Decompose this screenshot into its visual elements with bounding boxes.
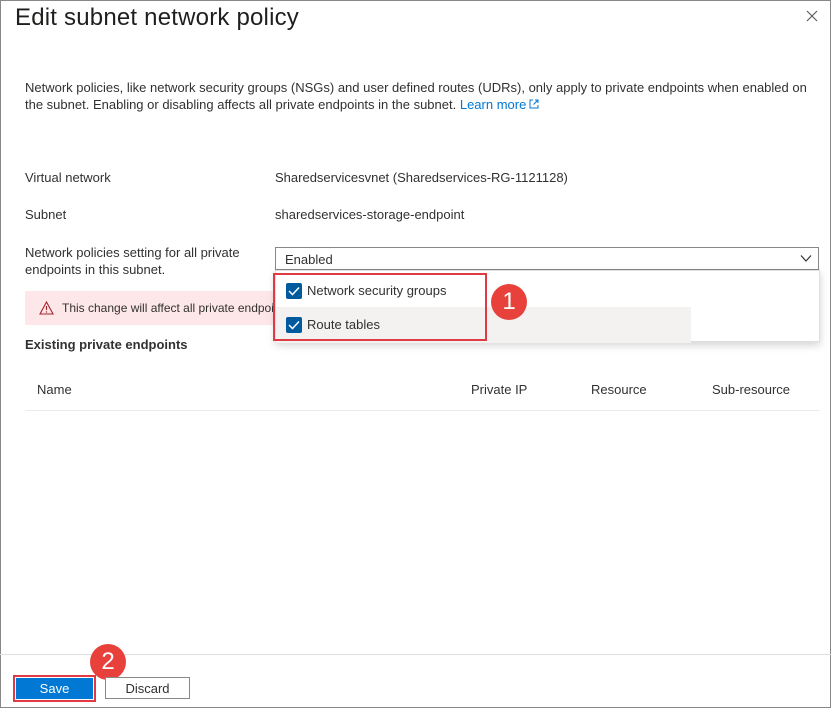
page-title: Edit subnet network policy [15, 4, 300, 31]
column-header-private-ip[interactable]: Private IP [471, 382, 527, 397]
network-policies-label: Network policies setting for all private… [25, 245, 240, 277]
subnet-value: sharedservices-storage-endpoint [275, 207, 465, 222]
column-header-resource[interactable]: Resource [591, 382, 647, 397]
description: Network policies, like network security … [25, 79, 820, 113]
learn-more-link[interactable]: Learn more [460, 97, 539, 112]
discard-button[interactable]: Discard [105, 677, 190, 699]
warning-text: This change will affect all private endp… [62, 301, 285, 315]
external-link-icon [529, 99, 539, 109]
virtual-network-label: Virtual network [25, 170, 111, 185]
highlight-box-save [13, 675, 96, 702]
network-policies-select[interactable]: Enabled [275, 247, 819, 270]
virtual-network-value: Sharedservicesvnet (Sharedservices-RG-11… [275, 170, 568, 185]
step-badge-1: 1 [491, 284, 527, 320]
chevron-down-icon [800, 255, 812, 262]
subnet-label: Subnet [25, 207, 67, 222]
table-header-divider [25, 410, 820, 411]
highlight-box-options [273, 273, 487, 341]
warning-triangle-icon [39, 301, 54, 315]
description-text: Network policies, like network security … [25, 80, 807, 112]
column-header-name[interactable]: Name [37, 382, 72, 397]
network-policies-selected-value: Enabled [285, 252, 333, 267]
close-icon[interactable] [804, 8, 820, 24]
column-header-sub-resource[interactable]: Sub-resource [712, 382, 790, 397]
existing-endpoints-title: Existing private endpoints [25, 337, 188, 352]
warning-banner: This change will affect all private endp… [25, 291, 285, 325]
